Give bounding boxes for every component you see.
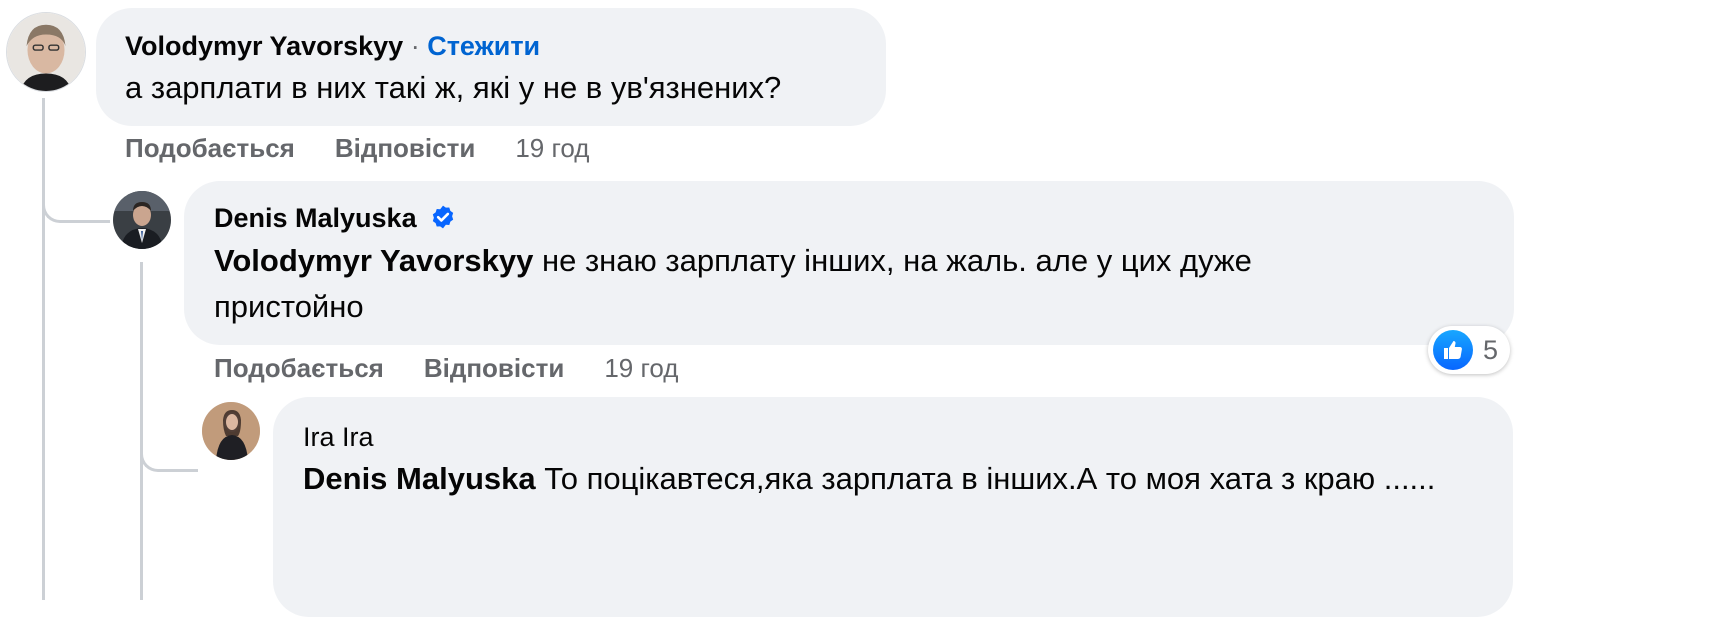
comment-timestamp[interactable]: 19 год (604, 353, 678, 384)
follow-link[interactable]: Стежити (427, 31, 540, 61)
thread-connector-reply-1 (42, 165, 110, 223)
comment-bubble (273, 397, 1513, 617)
comment-text: Denis Malyuska То поцікавтеся,яка зарпла… (303, 456, 1453, 502)
avatar-ira[interactable] (202, 402, 260, 460)
comment-author-line: Ira Ira (303, 422, 374, 453)
comment-text: Volodymyr Yavorskyy не знаю зарплату інш… (214, 238, 1404, 330)
reply-button[interactable]: Відповісти (335, 133, 475, 164)
thread-connector-reply-2 (140, 412, 198, 472)
like-icon (1433, 330, 1473, 370)
user-avatar-photo-icon (7, 13, 85, 91)
avatar-volodymyr[interactable] (6, 12, 86, 92)
comment-text: а зарплати в них такі ж, які у не в ув'я… (125, 70, 782, 105)
author-name[interactable]: Denis Malyuska (214, 203, 417, 233)
reaction-summary[interactable]: 5 (1428, 326, 1510, 374)
user-avatar-photo-icon (202, 402, 260, 460)
user-avatar-photo-icon (113, 191, 171, 249)
comment-author-line: Volodymyr Yavorskyy · Стежити (125, 31, 540, 62)
verified-badge-icon (432, 205, 454, 229)
comment-body: То поцікавтеся,яка зарплата в інших.А то… (535, 461, 1436, 496)
comment-timestamp[interactable]: 19 год (515, 133, 589, 164)
comment-actions: Подобається Відповісти 19 год (214, 353, 678, 384)
like-button[interactable]: Подобається (125, 133, 295, 164)
follow-separator: · (410, 31, 420, 61)
comment-actions: Подобається Відповісти 19 год (125, 133, 589, 164)
reaction-count: 5 (1483, 334, 1499, 365)
reply-button[interactable]: Відповісти (424, 353, 564, 384)
avatar-denis[interactable] (113, 191, 171, 249)
mention-link[interactable]: Denis Malyuska (303, 461, 536, 496)
mention-link[interactable]: Volodymyr Yavorskyy (214, 243, 533, 278)
author-name[interactable]: Ira Ira (303, 422, 374, 452)
like-button[interactable]: Подобається (214, 353, 384, 384)
author-name[interactable]: Volodymyr Yavorskyy (125, 31, 403, 61)
comment-author-line: Denis Malyuska (214, 203, 456, 234)
